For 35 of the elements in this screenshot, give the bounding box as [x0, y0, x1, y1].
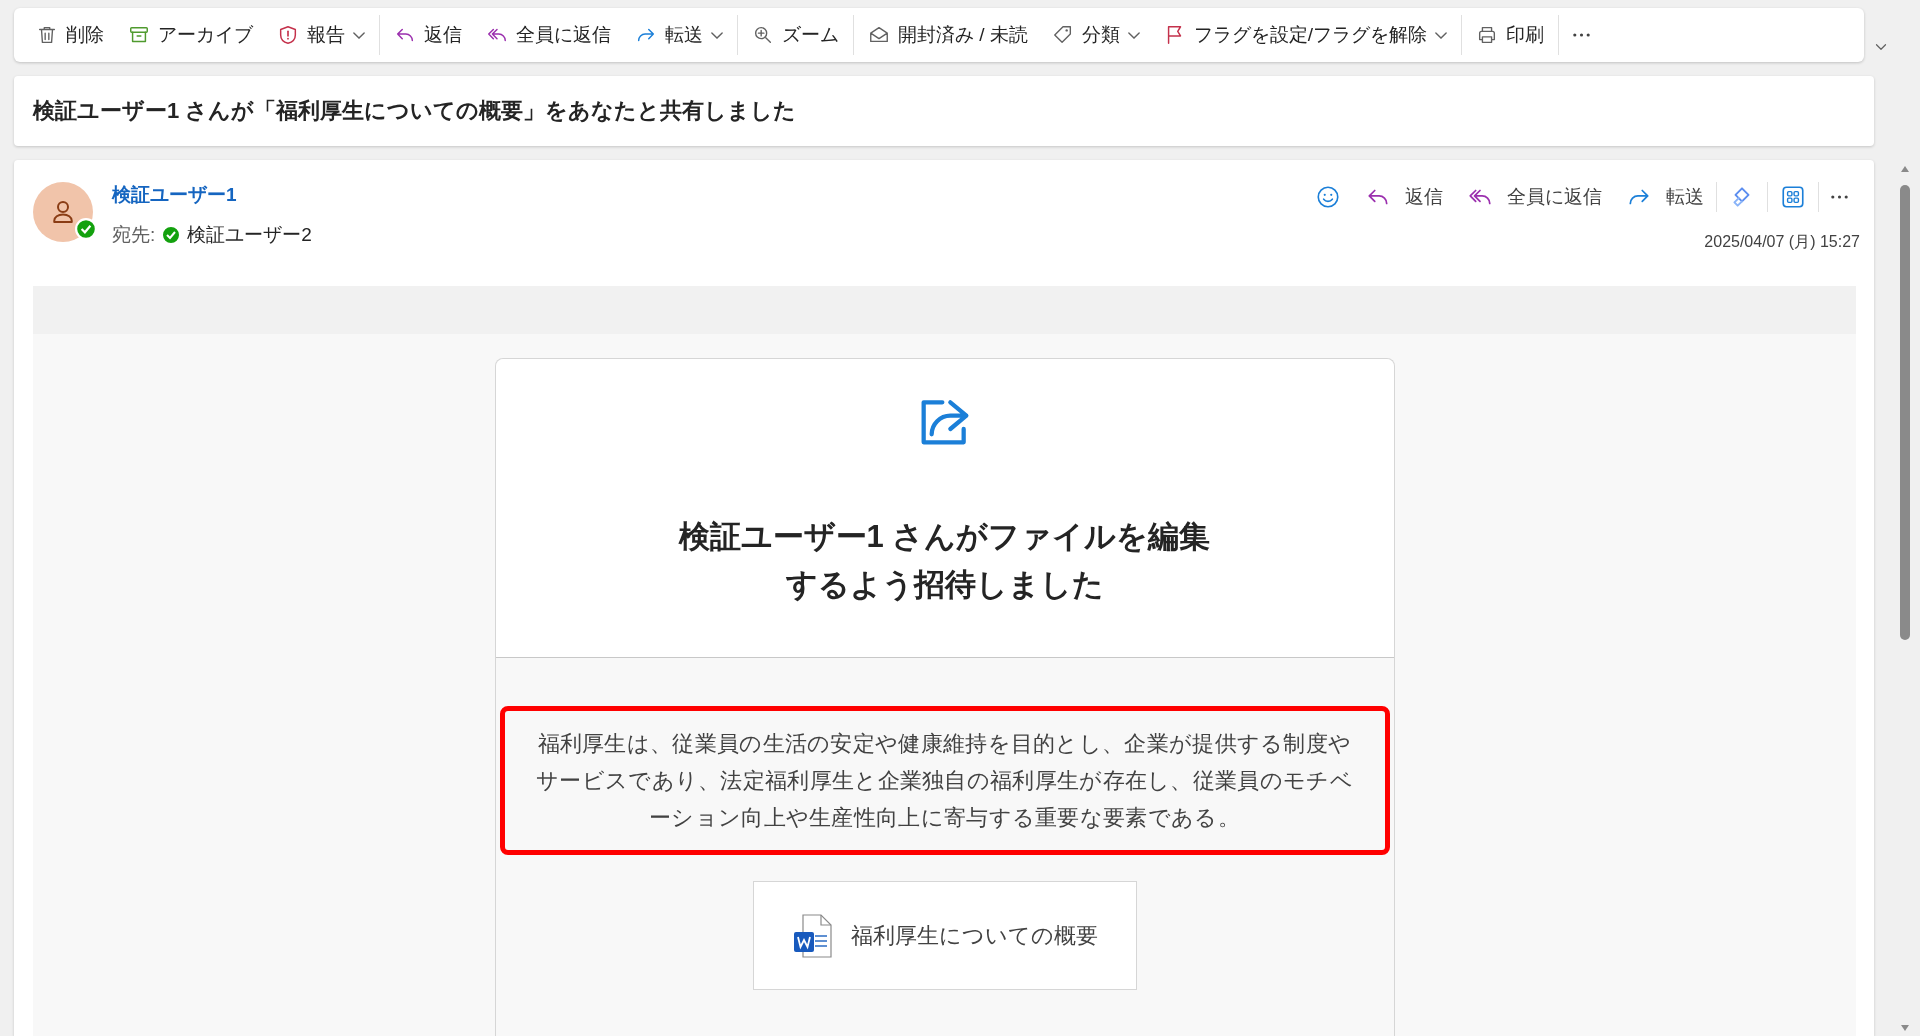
toolbar-button[interactable]: 削除 [24, 15, 116, 55]
tag-icon [1051, 24, 1074, 46]
more-icon [1831, 195, 1848, 199]
sender-name[interactable]: 検証ユーザー1 [112, 182, 312, 208]
toolbar-button[interactable]: フラグを設定/フラグを解除 [1151, 15, 1460, 55]
toolbar-button[interactable]: 全員に返信 [474, 15, 623, 55]
action-button[interactable]: 返信 [1353, 178, 1455, 216]
toolbar-button[interactable]: 印刷 [1464, 15, 1557, 55]
action-button[interactable]: 転送 [1614, 178, 1716, 216]
subject-title: 検証ユーザー1 さんが「福利厚生についての概要」をあなたと共有しました [33, 97, 797, 125]
zoom-icon [752, 24, 774, 46]
shield-alert-icon [277, 24, 299, 46]
toolbar-button[interactable]: 開封済み / 未読 [856, 15, 1040, 55]
toolbar-button[interactable]: 報告 [265, 15, 377, 55]
scrollbar-thumb[interactable] [1900, 185, 1910, 640]
toolbar-button[interactable]: 返信 [382, 15, 474, 55]
trash-icon [36, 24, 58, 46]
recipient-name[interactable]: 検証ユーザー2 [187, 222, 312, 248]
scroll-down-icon[interactable] [1900, 1024, 1910, 1032]
file-name: 福利厚生についての概要 [851, 921, 1098, 950]
file-attachment[interactable]: 福利厚生についての概要 [752, 881, 1137, 990]
toolbar-button[interactable]: アーカイブ [116, 15, 265, 55]
message-date: 2025/04/07 (月) 15:27 [1704, 232, 1860, 252]
smiley-icon [1315, 184, 1341, 210]
more-icon [1573, 33, 1591, 37]
apps-grid-icon [1780, 184, 1806, 210]
document-icon [791, 911, 835, 960]
to-label: 宛先: [112, 223, 156, 247]
share-title: 検証ユーザー1 さんがファイルを編集するよう招待しました [677, 518, 1212, 604]
toolbar-button[interactable]: ズーム [740, 15, 851, 55]
share-message: 福利厚生は、従業員の生活の安定や健康維持を目的とし、企業が提供する制度やサービスであり、法定福利厚生と企業独自の福利厚生が存在し、従業員のモチベーション向上や生産性向上に寄与する重要な要素である。 [499, 706, 1390, 855]
action-button[interactable]: 全員に返信 [1455, 178, 1614, 216]
toolbar-button[interactable]: 分類 [1039, 15, 1152, 55]
toolbar-button[interactable]: 転送 [623, 15, 735, 55]
scroll-up-icon[interactable] [1900, 165, 1910, 173]
